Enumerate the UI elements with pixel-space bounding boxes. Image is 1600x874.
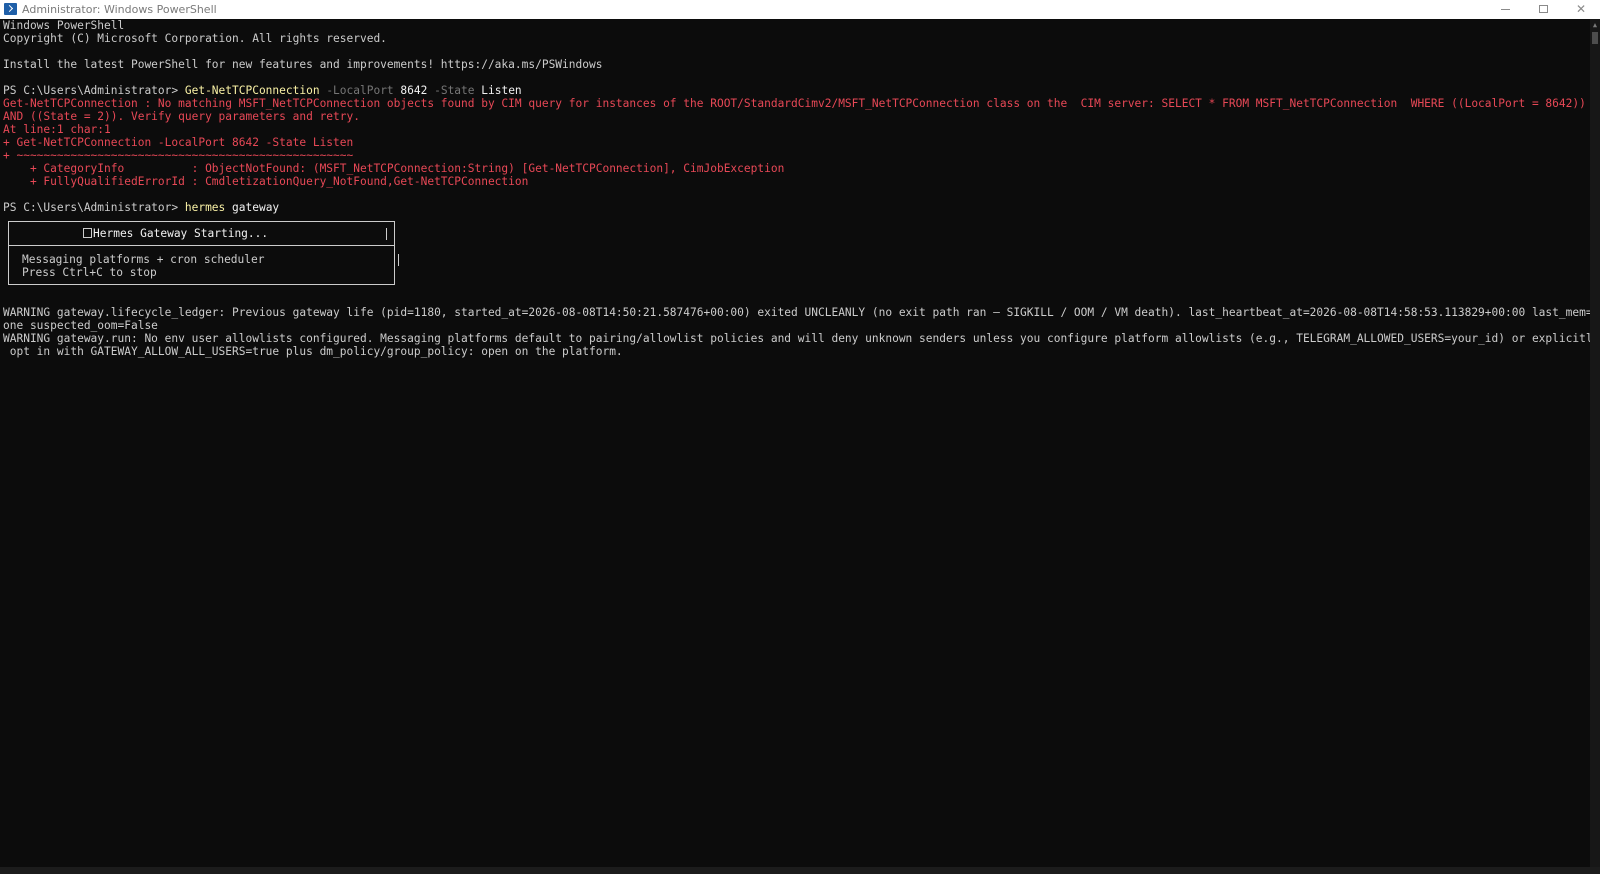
parameter-value: Listen — [474, 84, 522, 97]
console-output[interactable]: Windows PowerShell Copyright (C) Microso… — [3, 19, 1590, 867]
warning-line: one suspected_oom=False — [3, 319, 158, 332]
banner-title: Hermes Gateway Starting... — [83, 227, 268, 240]
banner-divider — [8, 245, 395, 246]
error-line: AND ((State = 2)). Verify query paramete… — [3, 110, 360, 123]
parameter-value: 8642 — [393, 84, 428, 97]
vertical-scrollbar[interactable] — [1590, 19, 1600, 867]
banner-border-tick — [398, 254, 399, 266]
warning-line: opt in with GATEWAY_ALLOW_ALL_USERS=true… — [3, 345, 623, 358]
warning-line: WARNING gateway.run: No env user allowli… — [3, 332, 1590, 345]
console-line: Copyright (C) Microsoft Corporation. All… — [3, 32, 387, 45]
banner-line: Messaging platforms + cron scheduler — [22, 253, 265, 266]
error-line: + Get-NetTCPConnection -LocalPort 8642 -… — [3, 136, 354, 149]
parameter: -State — [427, 84, 475, 97]
gateway-icon — [83, 228, 92, 238]
window-title: Administrator: Windows PowerShell — [22, 3, 217, 16]
prompt: PS C:\Users\Administrator> — [3, 201, 185, 214]
command-argument: gateway — [225, 201, 280, 214]
console-line: Windows PowerShell — [3, 19, 125, 32]
restore-icon — [1538, 5, 1548, 13]
warning-line: WARNING gateway.lifecycle_ledger: Previo… — [3, 306, 1590, 319]
error-line: + ~~~~~~~~~~~~~~~~~~~~~~~~~~~~~~~~~~~~~~… — [3, 149, 354, 162]
powershell-window: Administrator: Windows PowerShell ✕ Wind… — [0, 0, 1600, 874]
command-line: PS C:\Users\Administrator> hermes gatewa… — [3, 201, 279, 214]
scroll-up-icon[interactable]: ▲ — [1590, 20, 1600, 30]
cmdlet: Get-NetTCPConnection — [184, 84, 320, 97]
error-line: + CategoryInfo : ObjectNotFound: (MSFT_N… — [3, 162, 785, 175]
parameter: -LocalPort — [319, 84, 394, 97]
minimize-button[interactable] — [1486, 0, 1524, 19]
scroll-thumb[interactable] — [1592, 32, 1598, 44]
error-line: + FullyQualifiedErrorId : CmdletizationQ… — [3, 175, 529, 188]
banner-line: Press Ctrl+C to stop — [22, 266, 157, 279]
restore-button[interactable] — [1524, 0, 1562, 19]
error-line: At line:1 char:1 — [3, 123, 111, 136]
banner-border-tick — [386, 228, 387, 240]
title-bar[interactable]: Administrator: Windows PowerShell ✕ — [0, 0, 1600, 19]
close-button[interactable]: ✕ — [1562, 0, 1600, 19]
command-line: PS C:\Users\Administrator> Get-NetTCPCon… — [3, 84, 522, 97]
error-line: Get-NetTCPConnection : No matching MSFT_… — [3, 97, 1586, 110]
command: hermes — [184, 201, 226, 214]
prompt: PS C:\Users\Administrator> — [3, 84, 185, 97]
minimize-icon — [1500, 8, 1510, 10]
close-icon: ✕ — [1575, 2, 1587, 16]
taskbar — [0, 867, 1600, 874]
powershell-icon — [4, 3, 17, 15]
console-line: Install the latest PowerShell for new fe… — [3, 58, 603, 71]
